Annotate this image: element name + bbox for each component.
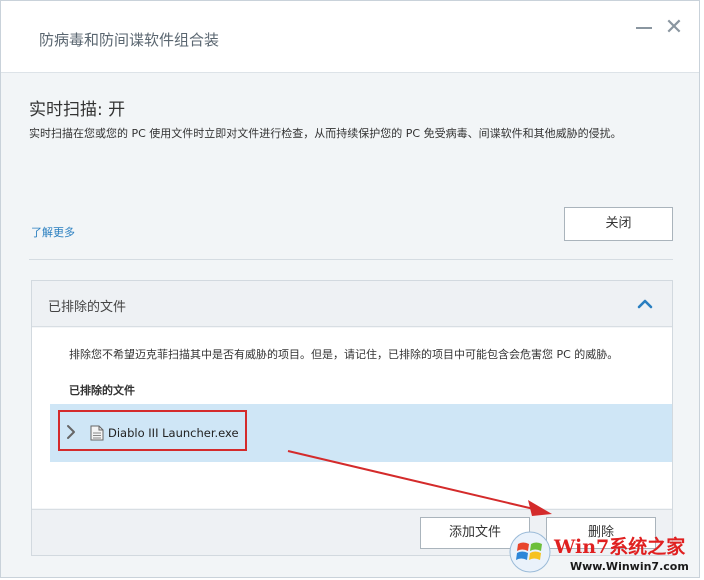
minimize-icon (636, 27, 652, 29)
windows-logo-icon (509, 531, 551, 573)
file-icon (90, 425, 104, 441)
divider (29, 259, 673, 260)
panel-title: 已排除的文件 (48, 300, 127, 315)
realtime-scan-title: 实时扫描: 开 (29, 100, 126, 120)
realtime-scan-description: 实时扫描在您或您的 PC 使用文件时立即对文件进行检查，从而持续保护您的 PC … (29, 127, 622, 140)
file-name: Diablo III Launcher.exe (108, 426, 239, 440)
watermark: Win7系统之家 Www.Winwin7.com (508, 528, 704, 580)
minimize-button[interactable] (631, 15, 657, 41)
excluded-files-panel-header[interactable]: 已排除的文件 (32, 281, 672, 327)
learn-more-link[interactable]: 了解更多 (31, 224, 75, 240)
watermark-url: Www.Winwin7.com (570, 560, 689, 573)
close-window-button[interactable]: ✕ (661, 15, 687, 41)
excluded-files-label: 已排除的文件 (69, 384, 135, 397)
watermark-title: Win7系统之家 (554, 536, 686, 558)
chevron-right-icon[interactable] (66, 424, 76, 440)
window-title: 防病毒和防间谍软件组合装 (39, 31, 220, 49)
excluded-files-description: 排除您不希望迈克菲扫描其中是否有威胁的项目。但是，请记住，已排除的项目中可能包含… (69, 348, 619, 361)
app-window: 防病毒和防间谍软件组合装 ✕ 实时扫描: 开 实时扫描在您或您的 PC 使用文件… (0, 0, 700, 578)
title-bar: 防病毒和防间谍软件组合装 ✕ (1, 1, 699, 73)
close-button[interactable]: 关闭 (564, 207, 673, 241)
panel-body: 排除您不希望迈克菲扫描其中是否有威胁的项目。但是，请记住，已排除的项目中可能包含… (32, 328, 672, 508)
excluded-file-row[interactable]: Diablo III Launcher.exe (50, 404, 672, 462)
excluded-files-panel: 已排除的文件 排除您不希望迈克菲扫描其中是否有威胁的项目。但是，请记住，已排除的… (31, 280, 673, 556)
chevron-up-icon[interactable] (636, 295, 654, 313)
close-icon: ✕ (664, 15, 684, 40)
